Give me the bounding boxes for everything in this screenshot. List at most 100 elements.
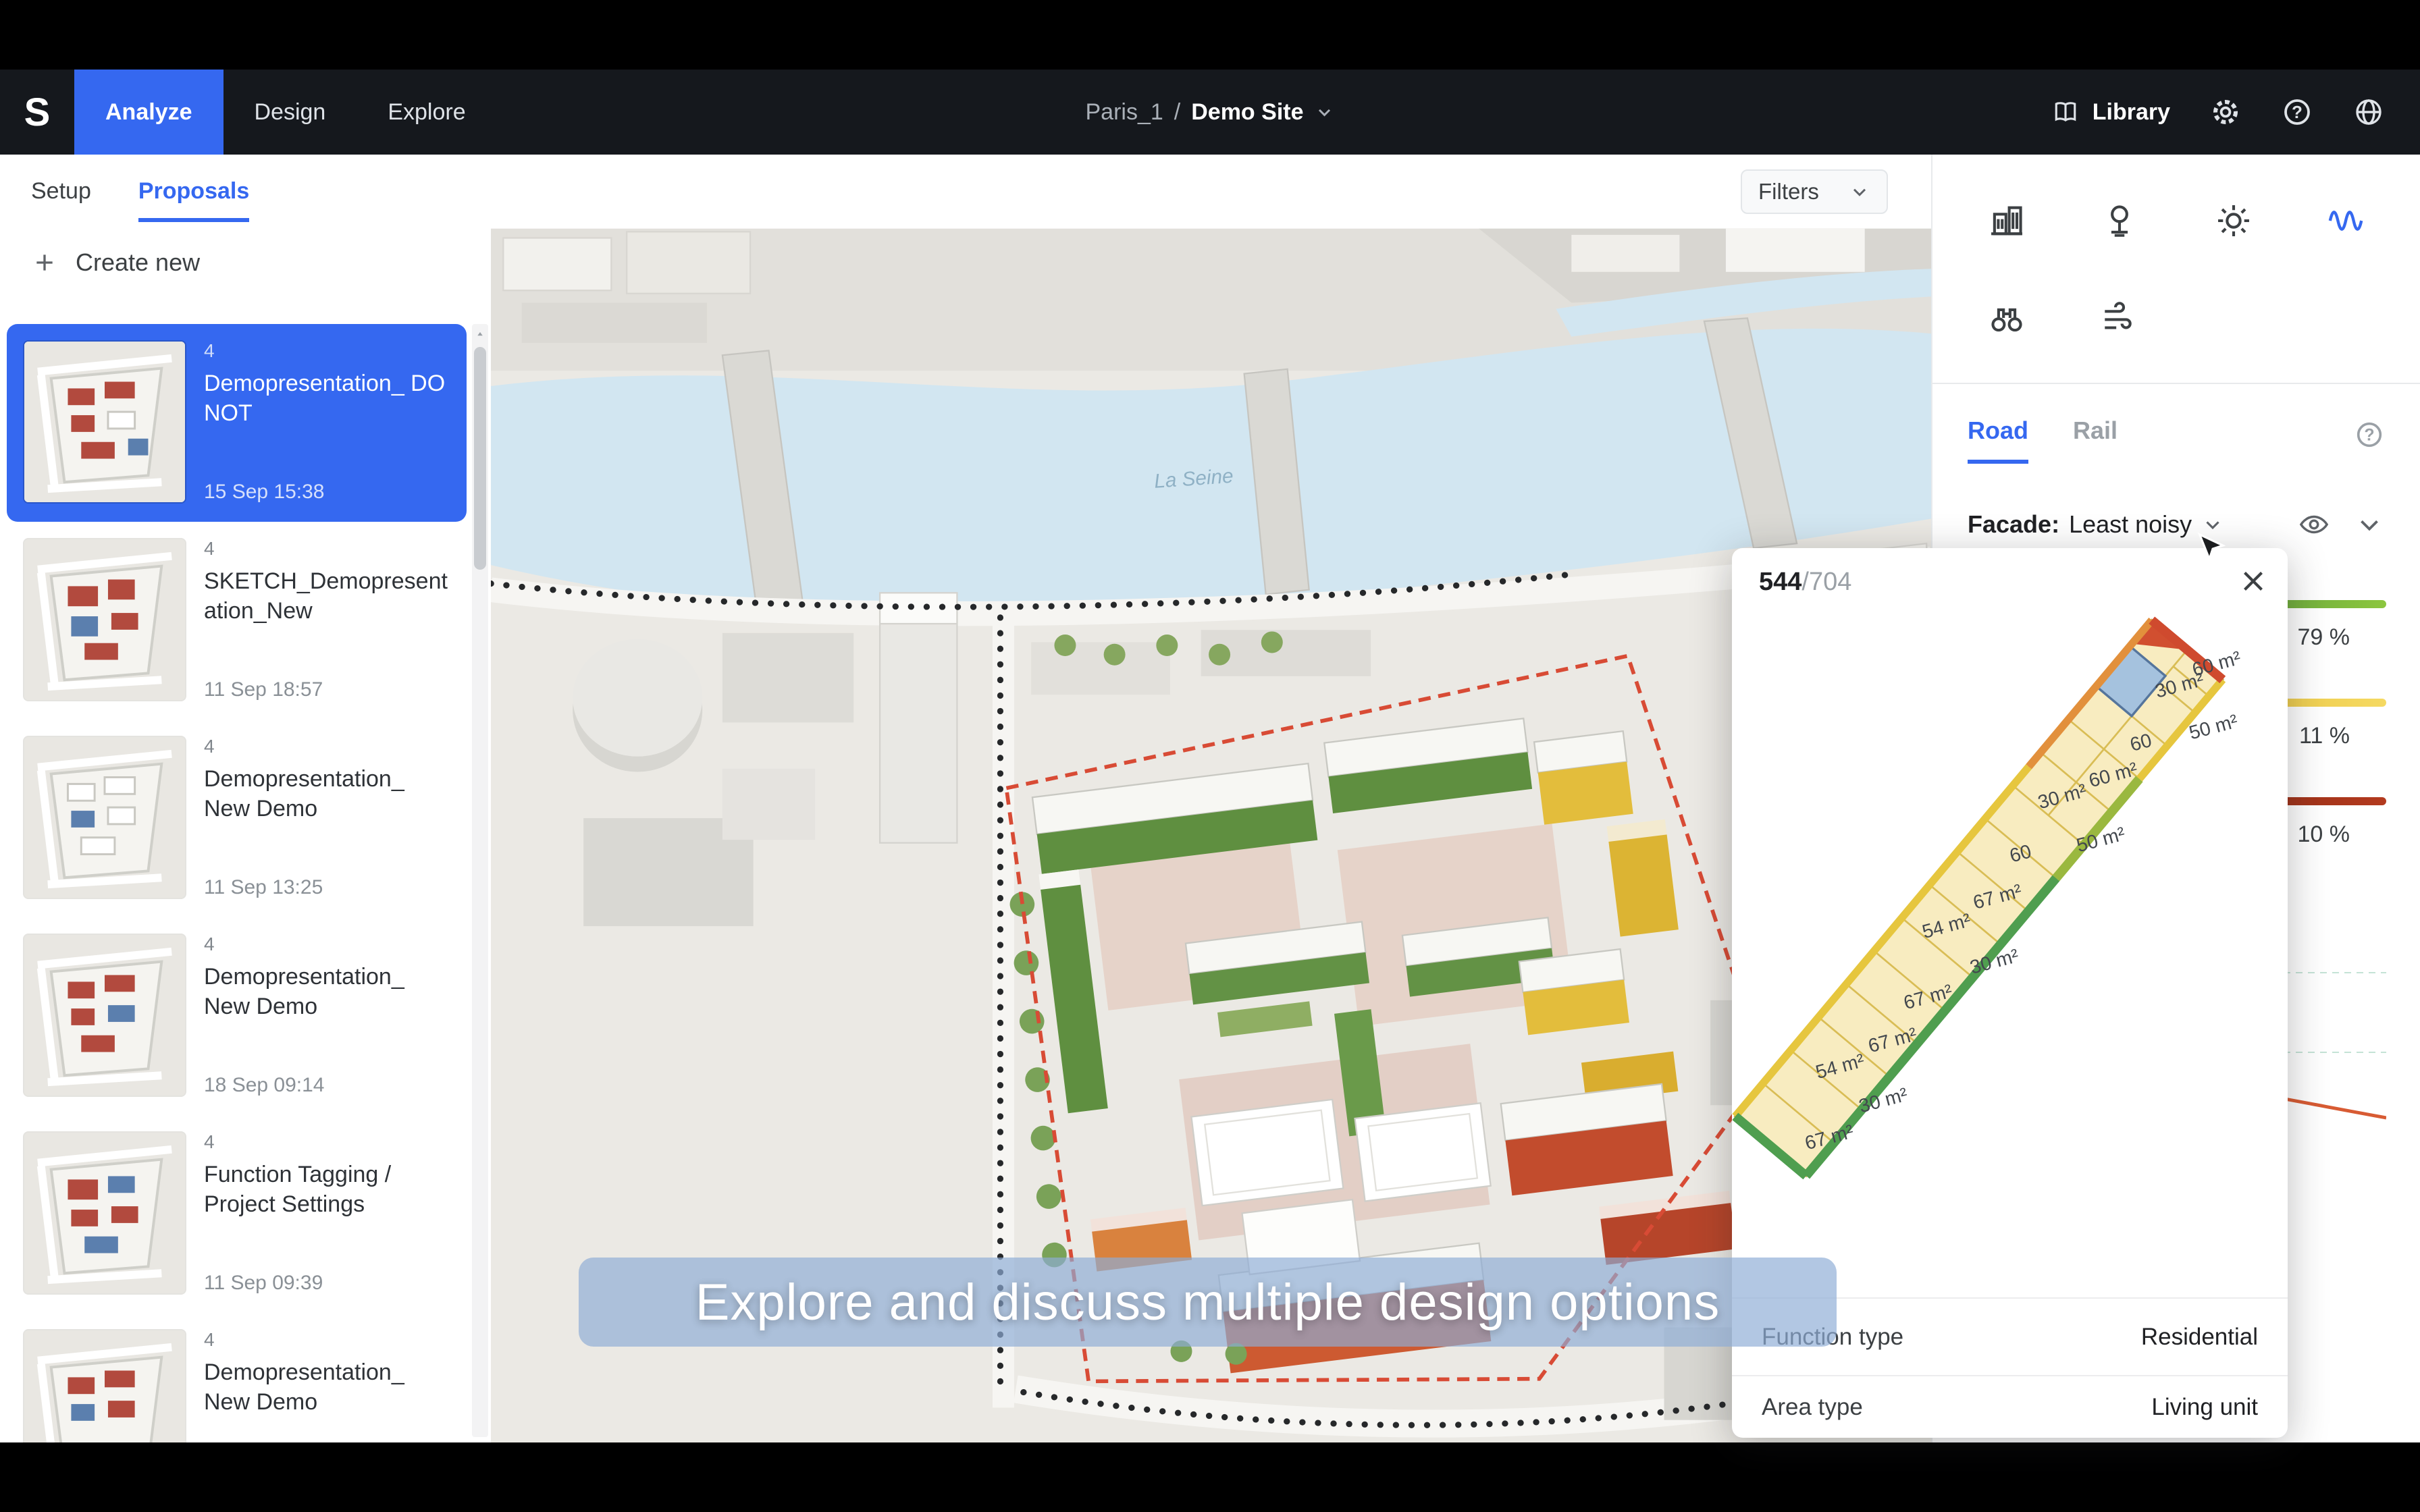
- filters-dropdown[interactable]: Filters: [1741, 169, 1888, 214]
- thumbnail-map: [24, 935, 185, 1096]
- settings-gear-icon[interactable]: [2209, 96, 2242, 128]
- tab-road[interactable]: Road: [1968, 416, 2028, 464]
- scroll-up-button[interactable]: [472, 324, 488, 344]
- proposal-thumbnail: [23, 340, 186, 504]
- library-button[interactable]: Library: [2051, 97, 2170, 127]
- microclimate-icon[interactable]: [2088, 190, 2151, 252]
- unit-floorplan[interactable]: 60 m² 30 m² 50 m² 60 60 m² 30 m² 50 m² 6…: [1732, 602, 2288, 1230]
- scrollbar-thumb[interactable]: [474, 347, 486, 570]
- thumbnail-map: [24, 342, 185, 502]
- tab-setup[interactable]: Setup: [31, 178, 91, 222]
- tab-proposals[interactable]: Proposals: [138, 178, 249, 222]
- proposals-sidebar: Setup Proposals Create new 4 Demopresent…: [0, 155, 491, 1442]
- proposal-timestamp: 15 Sep 15:38: [204, 481, 450, 504]
- breadcrumb-project: Paris_1: [1086, 99, 1163, 126]
- proposal-thumbnail: [23, 1329, 186, 1442]
- top-navigation: S Analyze Design Explore Paris_1 / Demo …: [0, 70, 2420, 155]
- proposal-count-badge: 4: [204, 736, 450, 757]
- help-icon[interactable]: ?: [2281, 96, 2313, 128]
- proposal-card[interactable]: 4 Demopresentation_ New Demo 11 Sep 13:2…: [7, 720, 467, 917]
- proposal-title: SKETCH_Demopresentation_New: [204, 566, 450, 626]
- panel-divider: [1932, 383, 2420, 384]
- svg-text:?: ?: [2364, 426, 2374, 445]
- proposal-thumbnail: [23, 736, 186, 899]
- thumbnail-map: [24, 1330, 185, 1442]
- thumbnail-map: [24, 539, 185, 700]
- proposal-title: Demopresentation_ DO NOT: [204, 369, 450, 428]
- app-logo: S: [0, 90, 74, 135]
- proposal-title: Demopresentation_ New Demo: [204, 1357, 450, 1417]
- proposal-list: 4 Demopresentation_ DO NOT 15 Sep 15:38 …: [0, 324, 491, 1442]
- area-type-row: Area type Living unit: [1732, 1375, 2288, 1438]
- create-new-button[interactable]: Create new: [0, 225, 491, 300]
- facade-metric-row[interactable]: Facade: Least noisy: [1968, 503, 2385, 546]
- tab-analyze[interactable]: Analyze: [74, 70, 223, 155]
- thumbnail-map: [24, 1133, 185, 1293]
- sidebar-tabs: Setup Proposals: [0, 155, 491, 225]
- noise-icon[interactable]: [2315, 190, 2377, 252]
- buildings-icon[interactable]: [1976, 190, 2038, 252]
- panel-help-icon[interactable]: ?: [2354, 419, 2385, 450]
- sidebar-scrollbar[interactable]: [472, 324, 488, 1437]
- proposal-thumbnail: [23, 1131, 186, 1295]
- thumbnail-map: [24, 737, 185, 898]
- proposal-timestamp: 18 Sep 09:14: [204, 1074, 450, 1097]
- proposal-card[interactable]: 4 Demopresentation_ New Demo: [7, 1313, 467, 1442]
- proposal-count-badge: 4: [204, 1329, 450, 1351]
- svg-text:?: ?: [2292, 102, 2303, 122]
- close-icon[interactable]: [2236, 564, 2270, 598]
- proposal-count-badge: 4: [204, 934, 450, 955]
- unit-total: /704: [1801, 568, 1851, 597]
- map-canvas[interactable]: La Seine: [491, 155, 1931, 1442]
- eye-icon[interactable]: [2298, 509, 2330, 540]
- nav-right-actions: Library ?: [2051, 96, 2420, 128]
- views-icon[interactable]: [1976, 287, 2038, 349]
- breadcrumb-separator: /: [1174, 99, 1180, 126]
- proposal-card[interactable]: 4 Demopresentation_ New Demo 18 Sep 09:1…: [7, 917, 467, 1115]
- sun-icon[interactable]: [2203, 190, 2265, 252]
- proposal-thumbnail: [23, 538, 186, 701]
- book-icon: [2051, 97, 2080, 127]
- proposal-title: Demopresentation_ New Demo: [204, 764, 450, 824]
- proposal-count-badge: 4: [204, 1131, 450, 1153]
- caption-text: Explore and discuss multiple design opti…: [695, 1273, 1720, 1332]
- detail-value: Living unit: [2151, 1394, 2258, 1421]
- main-nav-tabs: Analyze Design Explore: [74, 70, 497, 155]
- chevron-down-icon: [1315, 102, 1335, 122]
- mouse-cursor: [2194, 532, 2226, 563]
- proposal-timestamp: 11 Sep 18:57: [204, 678, 450, 701]
- proposal-title: Demopresentation_ New Demo: [204, 962, 450, 1021]
- library-label: Library: [2093, 99, 2170, 126]
- canvas-top-strip: [491, 155, 1931, 229]
- proposal-card[interactable]: 4 Demopresentation_ DO NOT 15 Sep 15:38: [7, 324, 467, 522]
- tab-explore[interactable]: Explore: [357, 70, 496, 155]
- plus-icon: [31, 249, 58, 276]
- app-window: S Analyze Design Explore Paris_1 / Demo …: [0, 0, 2420, 1512]
- unit-index: 544: [1759, 568, 1801, 597]
- collapse-chevron-icon[interactable]: [2354, 509, 2385, 540]
- language-globe-icon[interactable]: [2352, 96, 2385, 128]
- city-map-3d[interactable]: La Seine: [491, 155, 1931, 1442]
- video-caption: Explore and discuss multiple design opti…: [579, 1258, 1837, 1347]
- detail-value: Residential: [2141, 1324, 2258, 1351]
- detail-label: Area type: [1762, 1394, 1863, 1421]
- tab-rail[interactable]: Rail: [2073, 416, 2118, 464]
- proposal-card[interactable]: 4 SKETCH_Demopresentation_New 11 Sep 18:…: [7, 522, 467, 720]
- scroll-up-icon: [474, 328, 486, 340]
- chevron-down-icon: [1849, 181, 1870, 202]
- facade-label: Facade:: [1968, 510, 2059, 539]
- proposal-card[interactable]: 4 Function Tagging / Project Settings 11…: [7, 1115, 467, 1313]
- wind-icon[interactable]: [2088, 287, 2151, 349]
- proposal-count-badge: 4: [204, 340, 450, 362]
- proposal-count-badge: 4: [204, 538, 450, 560]
- proposal-timestamp: 11 Sep 13:25: [204, 876, 450, 899]
- breadcrumb[interactable]: Paris_1 / Demo Site: [1086, 70, 1335, 155]
- proposal-title: Function Tagging / Project Settings: [204, 1160, 450, 1219]
- proposal-timestamp: 11 Sep 09:39: [204, 1272, 450, 1295]
- filters-label: Filters: [1758, 179, 1819, 205]
- proposal-thumbnail: [23, 934, 186, 1097]
- noise-source-tabs: Road Rail: [1968, 416, 2118, 464]
- create-new-label: Create new: [76, 248, 200, 277]
- breadcrumb-site: Demo Site: [1191, 99, 1303, 126]
- tab-design[interactable]: Design: [223, 70, 357, 155]
